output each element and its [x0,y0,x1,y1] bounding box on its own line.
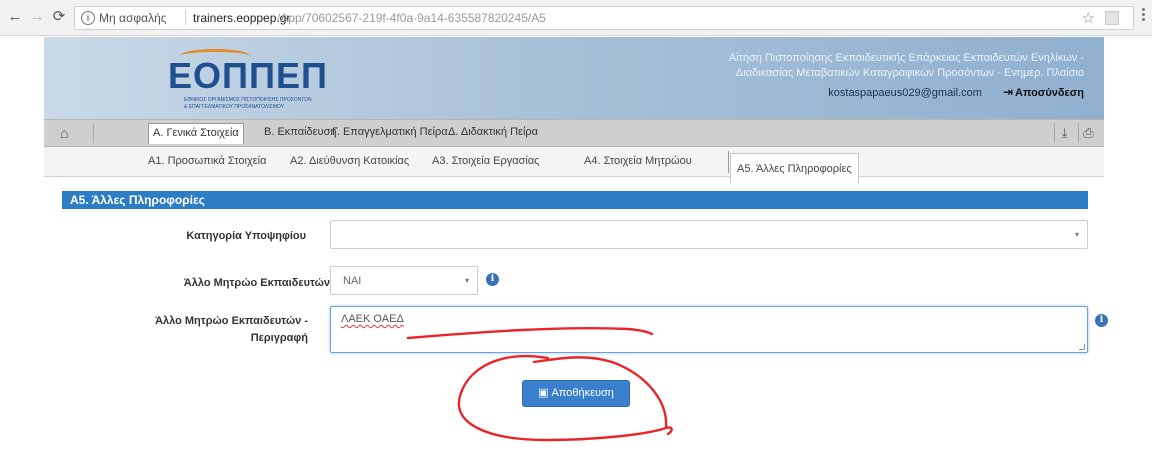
info-icon[interactable]: i [486,273,499,286]
address-bar[interactable]: i Μη ασφαλής trainers.eoppep.gr /App/706… [74,6,1134,30]
logo-subtitle-1: ΕΘΝΙΚΟΣ ΟΡΓΑΝΙΣΜΟΣ ΠΙΣΤΟΠΟΙΗΣΗΣ ΠΡΟΣΟΝΤΩ… [184,97,312,103]
description-textarea-value: ΛΑΕΚ ΟΑΕΔ [341,313,404,325]
logout-link[interactable]: ⇥ Αποσύνδεση [1002,85,1084,99]
security-label: Μη ασφαλής [99,11,167,25]
subtab-personal-info[interactable]: Α1. Προσωπικά Στοιχεία [148,155,266,167]
url-host: trainers.eoppep.gr [193,11,291,25]
subtabs-bar: Α1. Προσωπικά Στοιχεία Α2. Διεύθυνση Κατ… [44,147,1104,184]
info-icon[interactable]: i [1095,314,1108,327]
home-icon[interactable]: ⌂ [50,123,94,143]
browser-menu-icon[interactable] [1142,8,1146,24]
other-registry-label: Άλλο Μητρώο Εκπαιδευτών [183,277,330,289]
category-label: Κατηγορία Υποψηφίου [186,230,306,242]
resize-grip-icon[interactable] [1079,344,1085,350]
logout-icon: ⇥ [1002,85,1014,99]
description-textarea[interactable]: ΛΑΕΚ ΟΑΕΔ [330,306,1088,353]
tab-general-info[interactable]: Α. Γενικά Στοιχεία [148,123,244,144]
logo-subtitle-2: & ΕΠΑΓΓΕΛΜΑΤΙΚΟΥ ΠΡΟΣΑΝΑΤΟΛΙΣΜΟΥ [184,104,284,110]
tab-tools: ⤓ ⎙ [1050,123,1098,143]
description-label-line-2: Περιγραφή [250,332,308,344]
url-path: /App/70602567-219f-4f0a-9a14-63558782024… [277,11,546,25]
other-registry-select[interactable]: ΝΑΙ ▾ [330,266,478,295]
subtab-home-address[interactable]: Α2. Διεύθυνση Κατοικίας [290,155,409,167]
other-registry-select-value: ΝΑΙ [343,275,362,287]
save-button-label: Αποθήκευση [551,387,614,399]
floppy-disk-icon: ▣ [538,387,549,399]
header-info: Αίτηση Πιστοποίησης Εκπαιδευτικής Επάρκε… [664,51,1084,99]
subtab-work-info[interactable]: Α3. Στοιχεία Εργασίας [432,155,539,167]
site-info-icon[interactable]: i [81,11,95,25]
header-user-row: kostaspapaeus029@gmail.com ⇥ Αποσύνδεση [664,85,1084,99]
browser-toolbar: ← → ⟳ i Μη ασφαλής trainers.eoppep.gr /A… [0,0,1152,36]
reload-icon[interactable]: ⟳ [50,8,68,26]
tab-teaching-experience[interactable]: Δ. Διδακτική Πείρα [444,123,542,144]
download-icon[interactable]: ⤓ [1054,123,1074,143]
subtab-divider [728,151,729,173]
logout-label: Αποσύνδεση [1015,87,1084,99]
site-header: ΕΟΠΠΕΠ ΕΘΝΙΚΟΣ ΟΡΓΑΝΙΣΜΟΣ ΠΙΣΤΟΠΟΙΗΣΗΣ Π… [44,37,1104,119]
save-button[interactable]: ▣ Αποθήκευση [522,380,630,407]
bookmark-star-icon[interactable]: ☆ [1082,9,1095,27]
back-arrow-icon[interactable]: ← [6,8,24,26]
tab-professional-experience[interactable]: Γ. Επαγγελματική Πείρα [328,123,452,144]
description-label: Άλλο Μητρώο Εκπαιδευτών - Περιγραφή [155,313,308,347]
url-divider [185,10,186,26]
logo-text: ΕΟΠΠΕΠ [168,55,329,96]
chevron-down-icon: ▾ [1074,230,1079,239]
forward-arrow-icon[interactable]: → [28,8,46,26]
extension-icon[interactable] [1105,11,1119,25]
print-icon[interactable]: ⎙ [1078,123,1098,143]
description-label-line-1: Άλλο Μητρώο Εκπαιδευτών - [155,315,308,327]
subtab-registry-info[interactable]: Α4. Στοιχεία Μητρώου [584,155,692,167]
main-tabs-bar: ⌂ Α. Γενικά Στοιχεία Β. Εκπαίδευση Γ. Επ… [44,119,1104,147]
header-title-line-1: Αίτηση Πιστοποίησης Εκπαιδευτικής Επάρκε… [728,52,1084,64]
eoppep-logo: ΕΟΠΠΕΠ ΕΘΝΙΚΟΣ ΟΡΓΑΝΙΣΜΟΣ ΠΙΣΤΟΠΟΙΗΣΗΣ Π… [160,49,356,111]
chevron-down-icon: ▾ [464,276,469,285]
category-select[interactable]: ▾ [330,220,1088,249]
section-title: Α5. Άλλες Πληροφορίες [62,191,1088,209]
subtab-other-info[interactable]: Α5. Άλλες Πληροφορίες [730,153,859,184]
header-title-line-2: Διαδικασίας Μεταβατικών Καταγραφικών Προ… [735,67,1084,79]
user-email: kostaspapaeus029@gmail.com [828,87,982,99]
